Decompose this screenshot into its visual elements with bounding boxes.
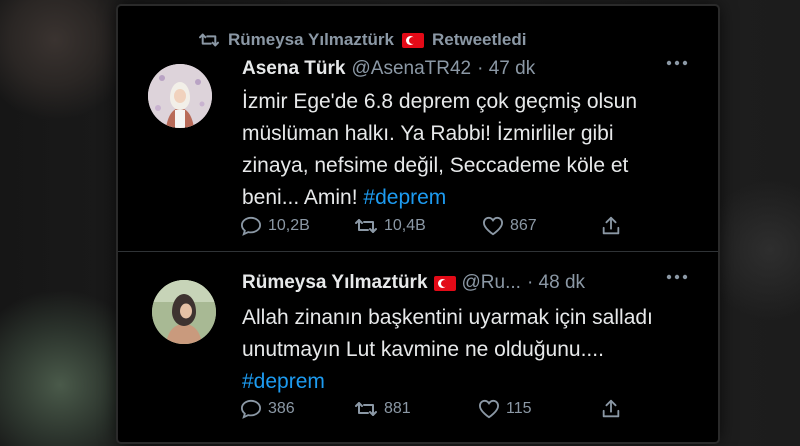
tweet-2-text: Allah zinanın başkentini uyarmak için sa… xyxy=(242,302,682,398)
tweet-body: Allah zinanın başkentini uyarmak için sa… xyxy=(242,306,653,361)
like-count: 867 xyxy=(510,217,537,234)
avatar[interactable] xyxy=(152,280,216,344)
more-icon[interactable] xyxy=(666,60,688,66)
retweet-label: Retweetledi xyxy=(431,30,527,49)
share-icon xyxy=(600,215,622,237)
hashtag-link[interactable]: #deprem xyxy=(363,186,446,209)
reply-icon xyxy=(240,399,262,419)
retweet-button[interactable]: 881 xyxy=(354,399,478,419)
reply-count: 10,2B xyxy=(268,217,310,234)
like-button[interactable]: 115 xyxy=(478,399,600,419)
retweet-notice: Rümeysa Yılmaztürk Retweetledi xyxy=(198,30,526,50)
tweet-2-header: Rümeysa Yılmaztürk @Ru... · 48 dk xyxy=(242,272,585,294)
retweet-icon xyxy=(354,399,378,419)
heart-icon xyxy=(482,216,504,236)
tweet-1-actions: 10,2B 10,4B 867 xyxy=(240,215,640,237)
author-handle[interactable]: @Ru... xyxy=(462,272,521,294)
like-count: 115 xyxy=(506,400,532,417)
like-button[interactable]: 867 xyxy=(482,216,600,236)
tweet-1-header: Asena Türk @AsenaTR42 · 47 dk xyxy=(242,58,535,80)
tweet-thread-card: Rümeysa Yılmaztürk Retweetledi Asena Tür… xyxy=(118,6,718,442)
retweet-icon xyxy=(198,31,220,49)
share-button[interactable] xyxy=(600,398,622,420)
retweeter-name[interactable]: Rümeysa Yılmaztürk xyxy=(228,30,394,50)
retweet-count: 881 xyxy=(384,400,411,417)
author-name[interactable]: Rümeysa Yılmaztürk xyxy=(242,272,428,294)
tweet-2[interactable]: Rümeysa Yılmaztürk @Ru... · 48 dk Allah … xyxy=(118,252,718,442)
timestamp[interactable]: · 48 dk xyxy=(527,272,585,294)
share-button[interactable] xyxy=(600,215,622,237)
author-handle[interactable]: @AsenaTR42 xyxy=(351,58,471,80)
hashtag-link[interactable]: #deprem xyxy=(242,370,325,393)
tweet-1[interactable]: Rümeysa Yılmaztürk Retweetledi Asena Tür… xyxy=(118,6,718,252)
reply-icon xyxy=(240,216,262,236)
author-name[interactable]: Asena Türk xyxy=(242,58,345,80)
turkey-flag-icon xyxy=(401,32,424,48)
tweet-1-text: İzmir Ege'de 6.8 deprem çok geçmiş olsun… xyxy=(242,86,682,214)
tweet-2-actions: 386 881 115 xyxy=(240,398,640,420)
heart-icon xyxy=(478,399,500,419)
avatar[interactable] xyxy=(148,64,212,128)
reply-count: 386 xyxy=(268,400,295,417)
share-icon xyxy=(600,398,622,420)
retweet-button[interactable]: 10,4B xyxy=(354,216,482,236)
timestamp[interactable]: · 47 dk xyxy=(477,58,535,80)
turkey-flag-icon xyxy=(433,275,456,291)
retweet-icon xyxy=(354,216,378,236)
retweet-count: 10,4B xyxy=(384,217,426,234)
reply-button[interactable]: 10,2B xyxy=(240,216,354,236)
reply-button[interactable]: 386 xyxy=(240,399,354,419)
more-icon[interactable] xyxy=(666,274,688,280)
